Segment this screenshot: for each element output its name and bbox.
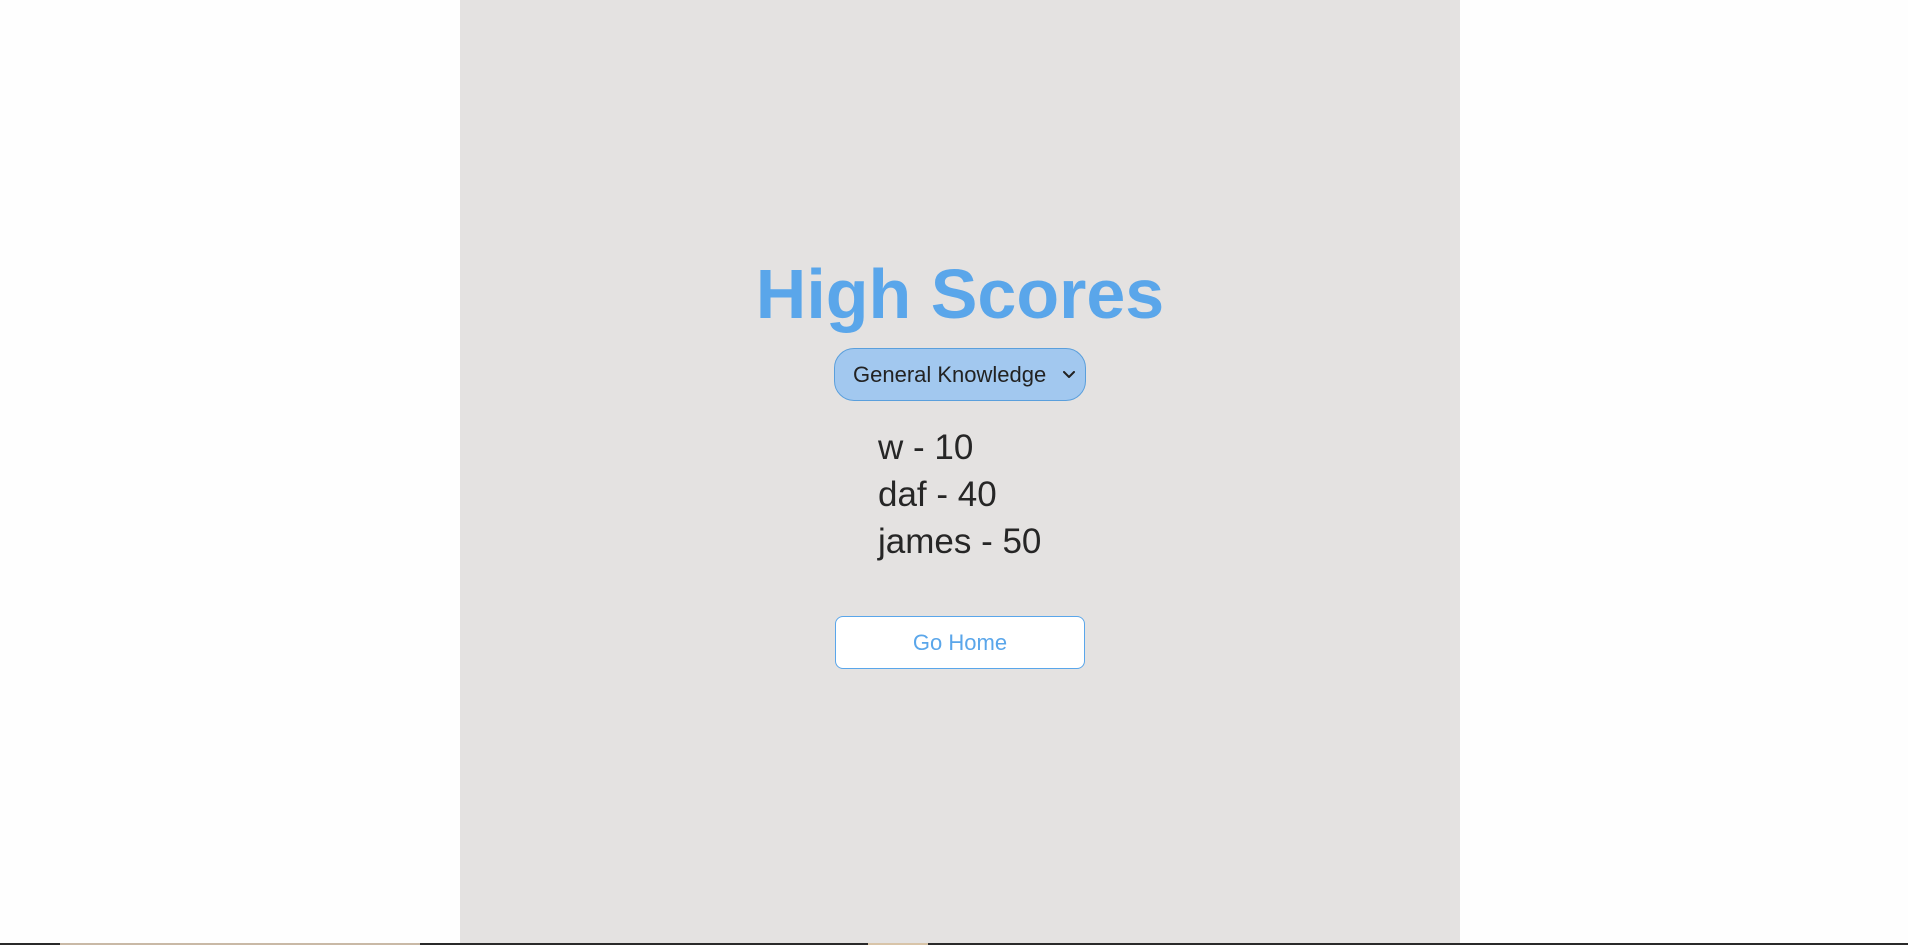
page-title: High Scores: [755, 255, 1165, 333]
high-scores-panel: High Scores General Knowledge w - 10 daf…: [460, 0, 1460, 943]
category-select[interactable]: General Knowledge: [834, 348, 1086, 401]
go-home-button[interactable]: Go Home: [835, 616, 1085, 669]
score-item: daf - 40: [878, 475, 997, 514]
page: High Scores General Knowledge w - 10 daf…: [0, 0, 1908, 945]
chevron-down-icon: [1061, 367, 1077, 383]
score-item: james - 50: [878, 522, 1042, 561]
score-list: w - 10 daf - 40 james - 50: [878, 424, 1041, 565]
score-item: w - 10: [878, 428, 974, 467]
category-select-value: General Knowledge: [853, 361, 1047, 387]
